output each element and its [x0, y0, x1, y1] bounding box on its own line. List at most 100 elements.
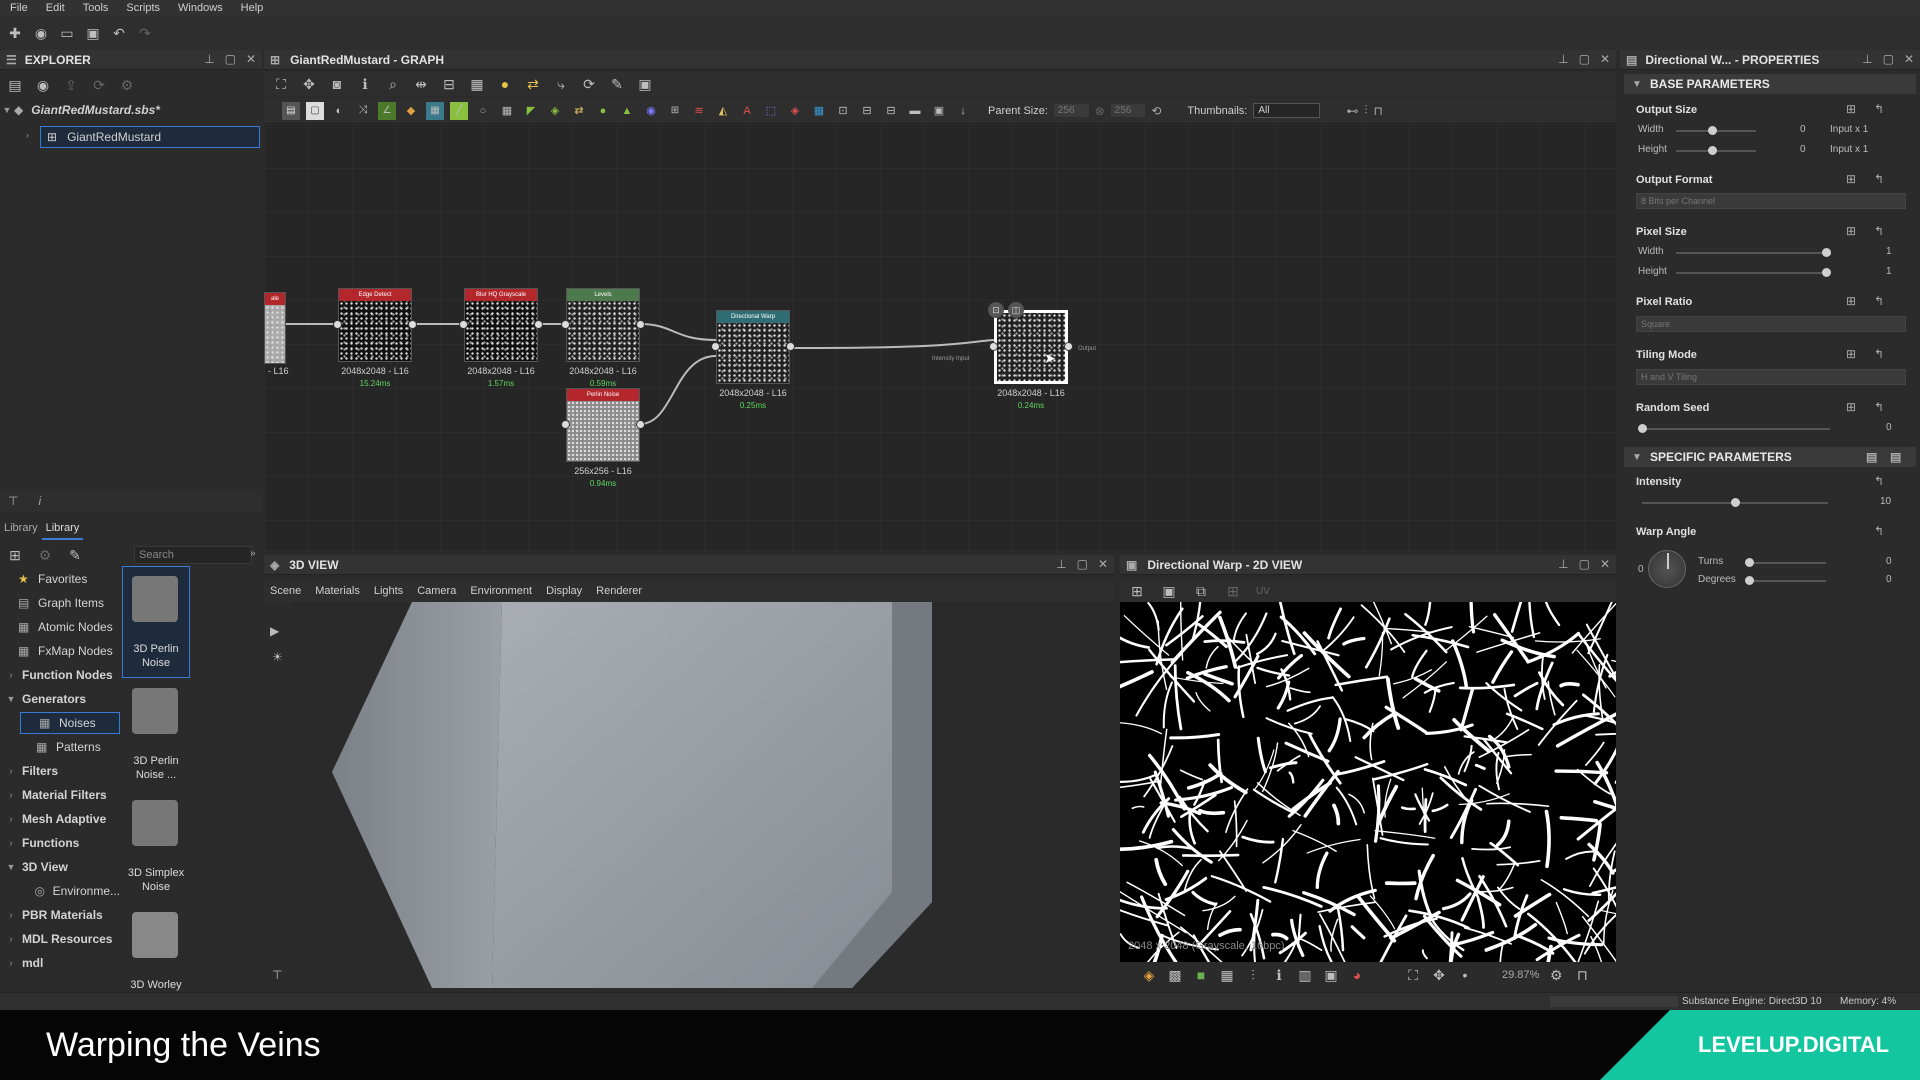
- view3d-menu-display[interactable]: Display: [546, 585, 582, 597]
- vertical-icon[interactable]: ⫶: [1364, 103, 1367, 118]
- reset-icon[interactable]: ↰: [1874, 400, 1884, 414]
- redo-icon[interactable]: ↷: [136, 24, 154, 42]
- library-category-item[interactable]: ▼ 3D View: [0, 856, 120, 878]
- view3d-menu-materials[interactable]: Materials: [315, 585, 360, 597]
- node-port[interactable]: [561, 420, 570, 429]
- layout-icon[interactable]: ⊟: [440, 75, 458, 93]
- new-icon[interactable]: ▤: [6, 76, 24, 94]
- loop-icon[interactable]: ⟳: [580, 75, 598, 93]
- menu-edit[interactable]: Edit: [46, 2, 65, 14]
- snap-icon[interactable]: ▦: [468, 75, 486, 93]
- shuffle-icon[interactable]: ⤨: [354, 102, 372, 120]
- info-icon[interactable]: i: [38, 494, 41, 508]
- category-arrow-icon[interactable]: ›: [4, 934, 18, 944]
- pixel-height-knob[interactable]: [1822, 268, 1831, 277]
- category-arrow-icon[interactable]: ▼: [4, 862, 18, 872]
- library-category-item[interactable]: › Filters: [0, 760, 120, 782]
- node-icon[interactable]: ◈: [546, 102, 564, 120]
- intensity-knob[interactable]: [1731, 498, 1740, 507]
- stamp-icon[interactable]: ⊓: [1373, 104, 1382, 118]
- specific-parameters-section[interactable]: ▼ SPECIFIC PARAMETERS ▤ ▤: [1624, 447, 1916, 467]
- library-thumb-3d-worley[interactable]: [132, 912, 178, 958]
- expose-icon[interactable]: ⊞: [1846, 294, 1856, 308]
- view3d-menu-lights[interactable]: Lights: [374, 585, 403, 597]
- view3d-menu-camera[interactable]: Camera: [417, 585, 456, 597]
- tiling-mode-select[interactable]: H and V Tiling: [1636, 369, 1906, 385]
- node-port[interactable]: [333, 320, 342, 329]
- maximize-icon[interactable]: ▢: [1077, 557, 1088, 571]
- node-port[interactable]: [989, 342, 998, 351]
- width-value[interactable]: 0: [1800, 124, 1806, 135]
- reset-icon[interactable]: ⟲: [1151, 104, 1161, 118]
- library-search-input[interactable]: Search: [134, 546, 252, 564]
- settings-icon[interactable]: ⚙: [1547, 966, 1565, 984]
- maximize-icon[interactable]: ▢: [1579, 557, 1590, 571]
- menu-windows[interactable]: Windows: [178, 2, 223, 14]
- branch-icon[interactable]: ⤷: [552, 75, 570, 93]
- dot-icon[interactable]: •: [1456, 966, 1474, 984]
- reset-icon[interactable]: ↰: [1874, 102, 1884, 116]
- hierarchy-icon[interactable]: ⊤: [8, 494, 18, 508]
- expand-arrow-icon[interactable]: ›: [26, 130, 29, 140]
- uniform-color-icon[interactable]: ▢: [306, 101, 324, 120]
- close-icon[interactable]: ✕: [1904, 52, 1914, 66]
- graph-output-icon[interactable]: ▣: [930, 102, 948, 120]
- reset-icon[interactable]: ↰: [1874, 294, 1884, 308]
- reset-icon[interactable]: ↰: [1874, 524, 1884, 538]
- settings-icon[interactable]: ⚙: [118, 76, 136, 94]
- tile-icon[interactable]: ▦: [498, 102, 516, 120]
- category-arrow-icon[interactable]: ›: [4, 790, 18, 800]
- warp-icon[interactable]: ⇄: [570, 102, 588, 120]
- graph-node[interactable]: Directional Warp: [716, 310, 790, 384]
- toggle-icon[interactable]: ⊷: [1346, 104, 1358, 118]
- uv-select[interactable]: UV: [1256, 586, 1270, 597]
- select-icon[interactable]: ⬚: [762, 102, 780, 120]
- output-icon[interactable]: ⊟: [882, 102, 900, 120]
- close-icon[interactable]: ✕: [1600, 557, 1610, 571]
- pin-icon[interactable]: ⊥: [1558, 557, 1568, 571]
- pixel-icon[interactable]: ▦: [810, 102, 828, 120]
- curve-icon[interactable]: ∠: [378, 101, 396, 120]
- text-icon[interactable]: A: [738, 102, 756, 120]
- menu-tools[interactable]: Tools: [83, 2, 109, 14]
- expose-icon[interactable]: ⊞: [1846, 224, 1856, 238]
- link-icon[interactable]: ⊗: [1095, 104, 1105, 118]
- library-category-item[interactable]: ▦ FxMap Nodes: [0, 640, 120, 662]
- reset-icon[interactable]: ↰: [1874, 172, 1884, 186]
- library-category-item[interactable]: › PBR Materials: [0, 904, 120, 926]
- library-item-label[interactable]: 3D Perlin Noise: [122, 642, 190, 670]
- turns-knob[interactable]: [1745, 558, 1754, 567]
- collapse-arrow-icon[interactable]: ▼: [1632, 452, 1642, 463]
- expose-icon[interactable]: ⊞: [1846, 102, 1856, 116]
- library-category-item[interactable]: › Functions: [0, 832, 120, 854]
- library-category-item[interactable]: ◎ Environme...: [0, 880, 120, 902]
- width-mode[interactable]: Input x 1: [1830, 124, 1868, 135]
- zoom-level[interactable]: 29.87%: [1502, 969, 1539, 981]
- panel-icon[interactable]: ▣: [636, 75, 654, 93]
- category-arrow-icon[interactable]: ›: [4, 670, 18, 680]
- grid-lines-icon[interactable]: ⊞: [1224, 582, 1242, 600]
- fit-icon[interactable]: ✥: [300, 75, 318, 93]
- color-swatch-icon[interactable]: ■: [1192, 966, 1210, 984]
- warp-angle-dial[interactable]: [1648, 550, 1686, 588]
- expose-icon[interactable]: ⊞: [1846, 172, 1856, 186]
- hierarchy-icon[interactable]: ⊤: [272, 968, 282, 982]
- turns-slider[interactable]: [1746, 562, 1826, 564]
- tab-library-1[interactable]: Library: [0, 522, 42, 540]
- expose-icon[interactable]: ⊞: [1846, 400, 1856, 414]
- info-icon[interactable]: ℹ: [356, 75, 374, 93]
- menu-file[interactable]: File: [10, 2, 28, 14]
- move-icon[interactable]: ✥: [1430, 966, 1448, 984]
- library-category-item[interactable]: › Material Filters: [0, 784, 120, 806]
- degrees-value[interactable]: 0: [1886, 574, 1892, 585]
- random-seed-knob[interactable]: [1638, 424, 1647, 433]
- node-port[interactable]: [1064, 342, 1073, 351]
- blend-icon[interactable]: ◐: [330, 102, 348, 120]
- checker-icon[interactable]: ▩: [1166, 966, 1184, 984]
- library-category-item[interactable]: ▼ Generators: [0, 688, 120, 710]
- expose-icon[interactable]: ⊞: [1846, 347, 1856, 361]
- open-folder-icon[interactable]: ▭: [58, 24, 76, 42]
- new-package-icon[interactable]: ✚: [6, 24, 24, 42]
- python-icon[interactable]: ●: [496, 75, 514, 93]
- output-format-select[interactable]: 8 Bits per Channel: [1636, 193, 1906, 209]
